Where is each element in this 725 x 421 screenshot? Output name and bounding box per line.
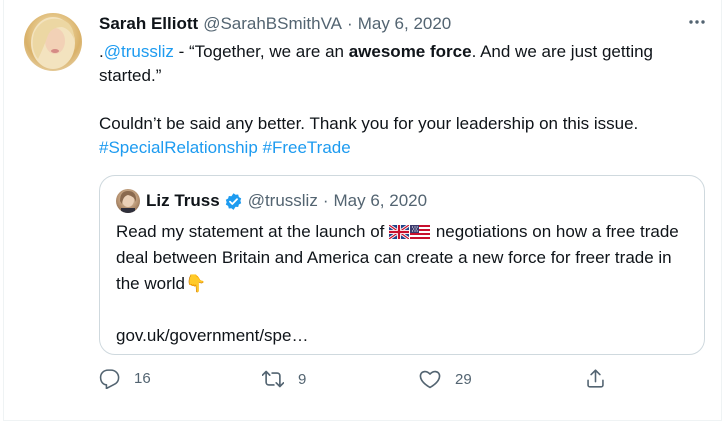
quoted-tweet-date: May 6, 2020 bbox=[333, 191, 428, 210]
text-segment: Couldn’t be said any better. Thank you f… bbox=[99, 114, 639, 133]
quoted-author-avatar bbox=[116, 189, 140, 213]
tweet-content: Sarah Elliott @SarahBSmithVA · May 6, 20… bbox=[99, 12, 709, 160]
tweet-text-paragraph: Couldn’t be said any better. Thank you f… bbox=[99, 112, 709, 160]
like-count: 29 bbox=[455, 370, 472, 388]
quoted-tweet[interactable]: Liz Truss @trussliz · May 6, 2020 Read m… bbox=[99, 175, 705, 355]
quoted-tweet-header: Liz Truss @trussliz · May 6, 2020 bbox=[116, 189, 427, 213]
hashtag-link[interactable]: #SpecialRelationship bbox=[99, 138, 258, 157]
tweet-header: Sarah Elliott @SarahBSmithVA · May 6, 20… bbox=[99, 12, 709, 36]
reply-icon bbox=[99, 368, 120, 389]
pointing-down-emoji: 👇 bbox=[184, 274, 207, 293]
share-icon bbox=[585, 368, 606, 389]
quoted-author-name: Liz Truss bbox=[146, 191, 220, 210]
reply-button[interactable]: 16 bbox=[99, 368, 151, 389]
text-segment: - “Together, we are an bbox=[173, 42, 349, 61]
quoted-tweet-link[interactable]: gov.uk/government/spe… bbox=[116, 326, 308, 345]
share-button[interactable] bbox=[585, 368, 606, 389]
more-options-button[interactable] bbox=[685, 12, 709, 36]
quoted-author-handle: @trussliz bbox=[247, 191, 318, 210]
heart-icon bbox=[419, 368, 441, 390]
quoted-header-separator: · bbox=[322, 191, 329, 210]
author-name[interactable]: Sarah Elliott bbox=[99, 12, 198, 36]
uk-flag-icon bbox=[388, 221, 410, 241]
retweet-button[interactable]: 9 bbox=[262, 368, 306, 390]
us-flag-icon bbox=[410, 221, 431, 239]
retweet-count: 9 bbox=[298, 370, 307, 388]
retweet-icon bbox=[262, 368, 284, 390]
header-separator: · bbox=[347, 14, 353, 33]
text-segment: Read my statement at the launch of bbox=[116, 222, 390, 241]
tweet-date[interactable]: May 6, 2020 bbox=[358, 12, 452, 36]
tweet-card[interactable]: Sarah Elliott @SarahBSmithVA · May 6, 20… bbox=[3, 0, 722, 421]
more-icon bbox=[688, 13, 706, 36]
reply-count: 16 bbox=[134, 370, 151, 387]
author-handle[interactable]: @SarahBSmithVA bbox=[203, 12, 342, 36]
mention-link[interactable]: @trussliz bbox=[104, 42, 174, 61]
bold-text: awesome force bbox=[348, 42, 472, 61]
tweet-text: .@trussliz - “Together, we are an awesom… bbox=[99, 40, 709, 88]
hashtag-link[interactable]: #FreeTrade bbox=[263, 138, 351, 157]
quoted-tweet-text: Read my statement at the launch of negot… bbox=[116, 219, 696, 349]
author-avatar[interactable] bbox=[24, 13, 82, 71]
verified-badge-icon bbox=[224, 192, 243, 211]
tweet-actions: 16 9 29 bbox=[99, 368, 619, 396]
like-button[interactable]: 29 bbox=[419, 368, 472, 390]
